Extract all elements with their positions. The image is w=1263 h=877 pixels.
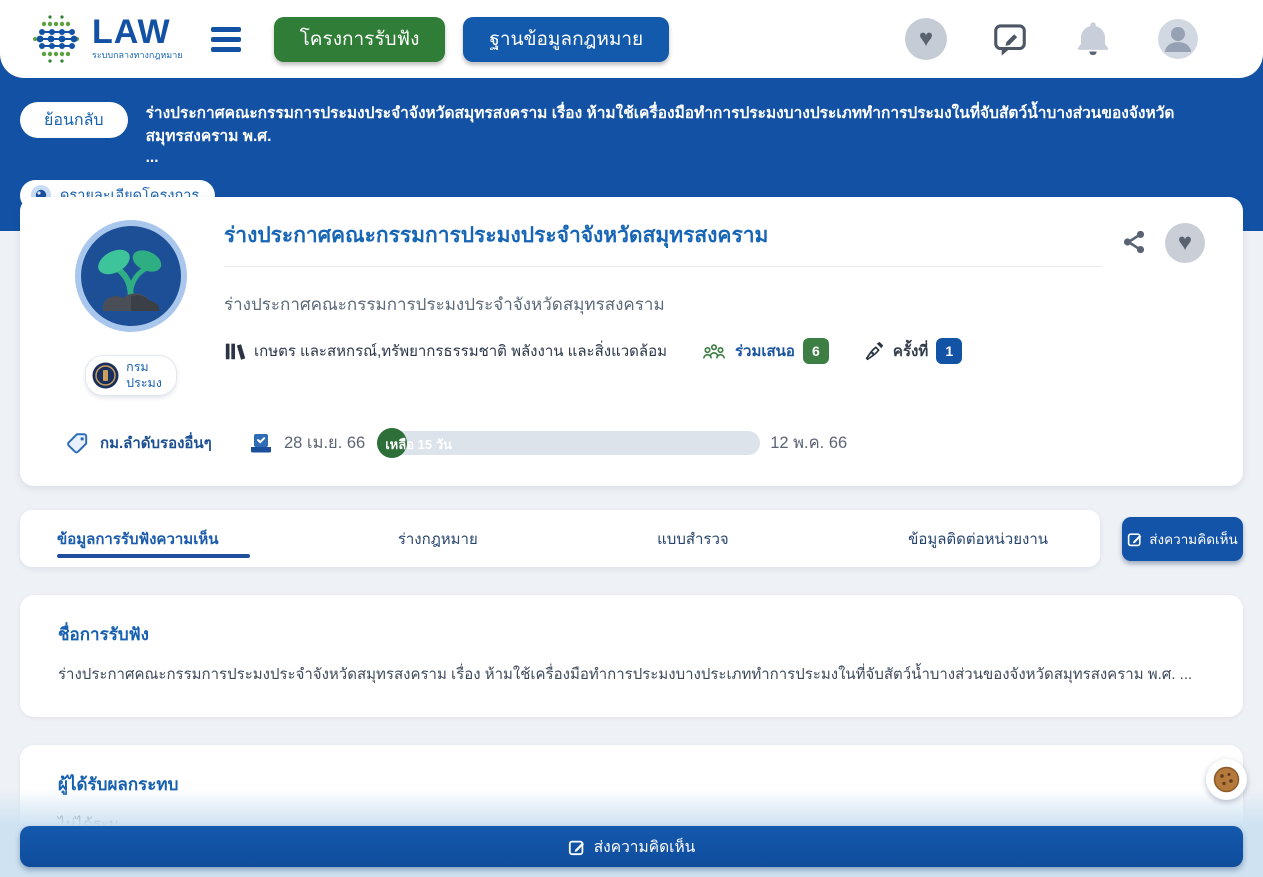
agency-badge[interactable]: กรม ประมง	[85, 355, 177, 396]
tab-draft-law[interactable]: ร่างกฎหมาย	[398, 510, 478, 567]
logo-dots-icon	[30, 12, 82, 66]
ballot-box-icon	[248, 431, 274, 455]
logo-text: LAW ระบบกลางทางกฎหมาย	[92, 17, 183, 62]
tab-bar: ข้อมูลการรับฟังความเห็น ร่างกฎหมาย แบบสำ…	[20, 510, 1100, 567]
project-meta-row: เกษตร และสหกรณ์,ทรัพยากรธรรมชาติ พลังงาน…	[224, 338, 1205, 364]
profile-avatar-icon	[1157, 18, 1199, 60]
profile-button[interactable]	[1157, 18, 1199, 60]
start-date: 28 เม.ย. 66	[284, 430, 365, 456]
projects-nav-button[interactable]: โครงการรับฟัง	[274, 17, 446, 62]
end-date: 12 พ.ค. 66	[770, 430, 847, 456]
round-count-badge: 1	[936, 338, 962, 364]
page: LAW ระบบกลางทางกฎหมาย โครงการรับฟัง ฐานข…	[0, 0, 1263, 877]
people-group-icon	[701, 340, 727, 362]
department-of-fisheries-seal	[92, 362, 119, 389]
feedback-button[interactable]	[991, 20, 1029, 58]
project-subtitle: ร่างประกาศคณะกรรมการประมงประจำจังหวัดสมุ…	[224, 291, 1205, 318]
favorite-project-button[interactable]: ♥	[1165, 223, 1205, 263]
feedback-comment-icon	[991, 20, 1029, 58]
category-label: เกษตร และสหกรณ์,ทรัพยากรธรรมชาติ พลังงาน…	[254, 339, 667, 363]
edit-square-icon	[1127, 531, 1143, 547]
section-hearing-name: ชื่อการรับฟัง ร่างประกาศคณะกรรมการประมงป…	[20, 595, 1243, 717]
app-logo[interactable]: LAW ระบบกลางทางกฎหมาย	[30, 12, 183, 66]
tabs-row: ข้อมูลการรับฟังความเห็น ร่างกฎหมาย แบบสำ…	[20, 510, 1243, 567]
remaining-days-label: เหลือ 15 วัน	[385, 434, 452, 455]
project-card: กรม ประมง ร่างประกาศคณะกรรมการประมงประจำ…	[20, 197, 1243, 486]
logo-title: LAW	[92, 17, 183, 47]
submit-comment-label: ส่งความคิดเห็น	[1149, 528, 1237, 550]
edit-square-icon	[568, 838, 586, 856]
pen-nib-icon	[863, 340, 885, 362]
notifications-button[interactable]	[1073, 19, 1113, 59]
favorites-button[interactable]: ♥	[905, 18, 947, 60]
tab-hearing-info[interactable]: ข้อมูลการรับฟังความเห็น	[57, 510, 218, 567]
bottom-submit-comment-label: ส่งความคิดเห็น	[594, 834, 696, 859]
cookie-settings-button[interactable]	[1206, 759, 1247, 800]
participate-count-badge: 6	[803, 338, 829, 364]
top-navigation-bar: LAW ระบบกลางทางกฎหมาย โครงการรับฟัง ฐานข…	[0, 0, 1263, 78]
back-button[interactable]: ย้อนกลับ	[20, 102, 128, 138]
breadcrumb-ellipsis: ...	[146, 149, 1243, 167]
tag-icon	[66, 431, 90, 455]
library-books-icon	[224, 340, 246, 362]
bottom-action-bar: ส่งความคิดเห็น	[0, 789, 1263, 877]
agency-name: กรม ประมง	[126, 360, 162, 391]
cookie-icon	[1213, 766, 1240, 793]
law-type-label: กม.ลำดับรองอื่นๆ	[100, 431, 212, 455]
seedling-plant-icon	[74, 219, 188, 333]
header-icons: ♥	[905, 18, 1199, 60]
logo-subtitle: ระบบกลางทางกฎหมาย	[92, 48, 183, 62]
timeline-row: กม.ลำดับรองอื่นๆ 28 เม.ย. 66 เหลือ 15 วั…	[50, 430, 1205, 456]
menu-toggle-button[interactable]	[211, 27, 241, 52]
title-divider	[224, 266, 1101, 267]
notifications-bell-icon	[1073, 19, 1113, 59]
favorites-heart-icon: ♥	[905, 18, 947, 60]
heart-icon: ♥	[1178, 231, 1192, 255]
tab-survey[interactable]: แบบสำรวจ	[657, 510, 729, 567]
breadcrumb: ร่างประกาศคณะกรรมการประมงประจำจังหวัดสมุ…	[146, 102, 1243, 167]
bottom-submit-comment-button[interactable]: ส่งความคิดเห็น	[20, 826, 1243, 867]
submit-comment-button[interactable]: ส่งความคิดเห็น	[1122, 517, 1243, 561]
section-heading: ชื่อการรับฟัง	[58, 621, 1205, 648]
breadcrumb-title: ร่างประกาศคณะกรรมการประมงประจำจังหวัดสมุ…	[146, 102, 1243, 149]
tab-agency-contact[interactable]: ข้อมูลติดต่อหน่วยงาน	[908, 510, 1048, 567]
law-database-nav-button[interactable]: ฐานข้อมูลกฎหมาย	[463, 17, 669, 62]
share-button[interactable]	[1121, 229, 1147, 258]
share-icon	[1121, 229, 1147, 255]
hero-section: ย้อนกลับ ร่างประกาศคณะกรรมการประมงประจำจ…	[0, 78, 1263, 211]
menu-icon	[211, 27, 241, 32]
section-body: ร่างประกาศคณะกรรมการประมงประจำจังหวัดสมุ…	[58, 664, 1205, 687]
project-title: ร่างประกาศคณะกรรมการประมงประจำจังหวัดสมุ…	[224, 219, 1101, 252]
remaining-progress-bar: เหลือ 15 วัน	[377, 431, 760, 455]
round-label: ครั้งที่	[893, 339, 928, 363]
participate-label: ร่วมเสนอ	[735, 339, 795, 363]
